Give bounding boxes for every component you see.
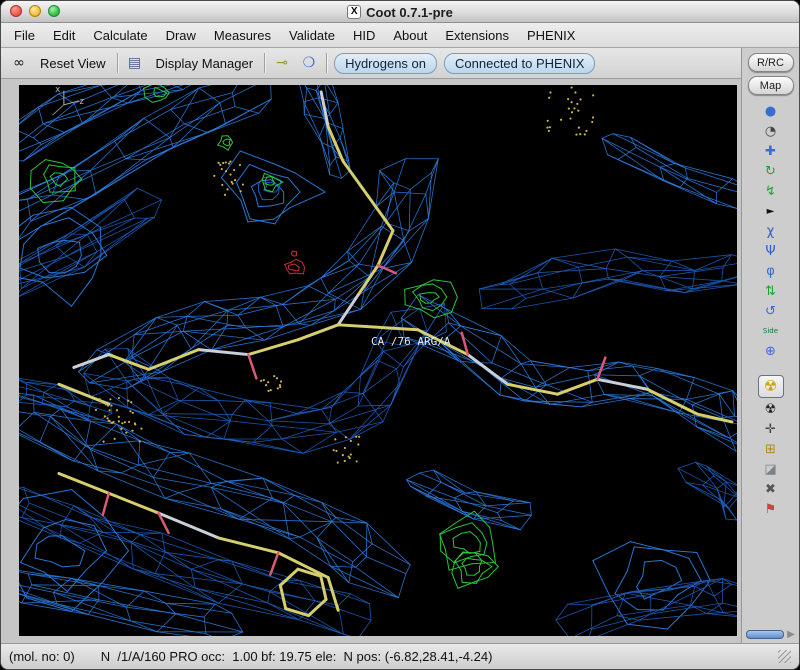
titlebar[interactable]: X Coot 0.7.1-pre [1,1,799,23]
axis-z-label: z [79,97,85,107]
delete-item-icon[interactable]: ✖ [759,481,783,498]
rotate-translate-icon[interactable]: ↺ [759,303,783,320]
right-toolbar: R/RC Map ● ◔ ✚ ↻ ↯ ► χ Ψ φ ⇅ ↺ Side ⊕ ☢ … [741,48,799,643]
axis-x-label: x [55,85,61,95]
resize-grip[interactable] [778,650,791,663]
run-refinement-icon[interactable]: ► [759,203,783,220]
eraser-icon[interactable]: ◪ [759,461,783,478]
recenter-sphere-icon[interactable]: ● [759,103,783,120]
statusbar: (mol. no: 0) N /1/A/160 PRO occ: 1.00 bf… [1,643,799,669]
toolbar-separator [264,53,266,73]
menu-measures[interactable]: Measures [205,25,280,46]
expand-button[interactable]: ▶ [787,629,795,640]
menu-validate[interactable]: Validate [280,25,344,46]
mol-number-status: (mol. no: 0) [9,649,75,664]
menu-calculate[interactable]: Calculate [84,25,156,46]
menu-phenix[interactable]: PHENIX [518,25,584,46]
phenix-connection-button[interactable]: Connected to PHENIX [444,52,596,74]
side-chain-flip-icon[interactable]: Side [759,323,783,340]
menu-edit[interactable]: Edit [44,25,84,46]
refine-zone-icon[interactable]: ↻ [759,163,783,180]
regularize-zone-icon[interactable]: ↯ [759,183,783,200]
gl-canvas[interactable]: x z CA /76 ARG/A [19,85,737,636]
atom-label: CA /76 ARG/A [371,335,451,348]
hydrogens-toggle-button[interactable]: Hydrogens on [334,52,438,74]
toolbar-separator [116,53,118,73]
menu-hid[interactable]: HID [344,25,384,46]
rrc-button[interactable]: R/RC [747,53,794,72]
translate-zone-icon[interactable]: ✚ [759,143,783,160]
menu-file[interactable]: File [5,25,44,46]
window-controls [10,5,60,17]
horizontal-scrollbar-thumb[interactable] [746,630,785,639]
minimize-button[interactable] [29,5,41,17]
radiation-active-icon[interactable]: ☢ [757,375,784,398]
go-to-atom-icon[interactable]: ⊸ [272,55,292,71]
torsion-general-icon[interactable]: φ [759,263,783,280]
history-clock-icon[interactable]: ◔ [759,123,783,140]
reset-view-button[interactable]: Reset View [36,53,110,74]
zoom-button[interactable] [48,5,60,17]
x11-window-icon: X [347,5,362,19]
radiation-icon[interactable]: ☢ [759,401,783,418]
display-flag-icon[interactable]: ⚑ [759,501,783,518]
atom-info-status: N /1/A/160 PRO occ: 1.00 bf: 19.75 ele: … [100,649,493,664]
toolbar-separator [326,53,328,73]
coot-window: X Coot 0.7.1-pre File Edit Calculate Dra… [0,0,800,670]
display-manager-icon[interactable]: ▤ [125,55,145,71]
add-atom-icon[interactable]: ⊞ [759,441,783,458]
window-title: Coot 0.7.1-pre [366,4,453,20]
density-mesh-svg [19,85,737,636]
menu-extensions[interactable]: Extensions [436,25,518,46]
go-to-residue-icon[interactable]: ❍ [299,55,319,71]
flip-peptide-icon[interactable]: ⇅ [759,283,783,300]
chi-angles-icon[interactable]: χ [759,223,783,240]
canvas-frame: x z CA /76 ARG/A [1,79,741,643]
display-manager-button[interactable]: Display Manager [152,53,258,74]
crosshair-icon[interactable]: ✛ [759,421,783,438]
menu-about[interactable]: About [384,25,436,46]
modelling-icon-stack: ● ◔ ✚ ↻ ↯ ► χ Ψ φ ⇅ ↺ Side ⊕ ☢ ☢ ✛ ⊞ ◪ ✖… [757,103,784,518]
map-button[interactable]: Map [747,76,794,95]
menubar: File Edit Calculate Draw Measures Valida… [1,23,799,48]
rotamers-icon[interactable]: Ψ [759,243,783,260]
stereo-glasses-icon[interactable]: ∞ [9,55,29,71]
add-terminal-residue-icon[interactable]: ⊕ [759,343,783,360]
menu-draw[interactable]: Draw [157,25,205,46]
close-button[interactable] [10,5,22,17]
main-toolbar: ∞ Reset View ▤ Display Manager ⊸ ❍ Hydro… [1,48,741,79]
